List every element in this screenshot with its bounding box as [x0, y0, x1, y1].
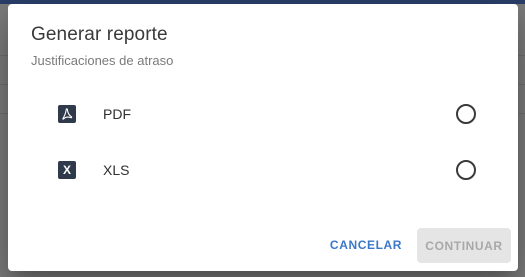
- option-pdf[interactable]: PDF: [8, 94, 518, 134]
- continue-button: CONTINUAR: [417, 228, 511, 263]
- option-pdf-radio[interactable]: [456, 104, 476, 124]
- option-xls[interactable]: X XLS: [8, 150, 518, 190]
- pdf-file-icon: [58, 105, 76, 123]
- dialog-subtitle: Justificaciones de atraso: [31, 53, 174, 68]
- generate-report-dialog: Generar reporte Justificaciones de atras…: [8, 4, 518, 271]
- option-xls-radio[interactable]: [456, 160, 476, 180]
- dialog-title: Generar reporte: [31, 24, 168, 45]
- cancel-button[interactable]: CANCELAR: [326, 230, 406, 260]
- excel-file-icon: X: [58, 161, 76, 179]
- option-xls-label: XLS: [103, 162, 130, 178]
- option-pdf-label: PDF: [103, 106, 131, 122]
